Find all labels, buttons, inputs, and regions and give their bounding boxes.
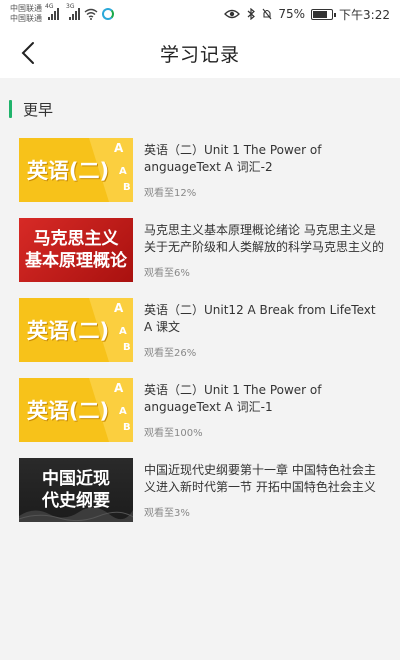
signal-icon-1: 4G (45, 3, 59, 20)
section-header: 更早 (0, 94, 400, 124)
svg-text:B: B (123, 182, 131, 193)
course-thumbnail: A A B 英语(二) (19, 378, 133, 442)
status-right: 75% 下午3:22 (224, 6, 390, 23)
carrier-names: 中国联通 中国联通 (10, 4, 42, 24)
thumbnail-line-2: 代史纲要 (42, 491, 110, 511)
signal-icon-2: 3G (66, 3, 80, 20)
chevron-left-icon (21, 42, 34, 64)
app-notification-icon (102, 8, 114, 20)
item-title: 英语（二）Unit12 A Break from LifeText A 课文 (144, 303, 376, 334)
course-thumbnail: A A B 英语(二) (19, 138, 133, 202)
item-progress: 观看至100% (144, 428, 203, 439)
battery-icon (311, 8, 337, 20)
network-type-2: 3G (66, 3, 75, 10)
item-progress: 观看至6% (144, 268, 190, 279)
item-title: 英语（二）Unit 1 The Power of anguageText A 词… (144, 143, 322, 174)
list-item[interactable]: A A B 英语(二) 英语（二）Unit12 A Break from Lif… (0, 298, 400, 378)
course-thumbnail: 中国近现 代史纲要 (19, 458, 133, 522)
section-title: 更早 (23, 100, 54, 119)
list-item[interactable]: A A B 英语(二) 英语（二）Unit 1 The Power of ang… (0, 378, 400, 458)
item-info: 英语（二）Unit 1 The Power of anguageText A 词… (144, 382, 384, 416)
carrier-1: 中国联通 (10, 4, 42, 13)
network-type-1: 4G (45, 3, 54, 10)
svg-text:A: A (114, 301, 124, 315)
eye-icon (224, 9, 241, 19)
svg-text:A: A (114, 141, 124, 155)
course-thumbnail: A A B 英语(二) (19, 298, 133, 362)
item-info: 马克思主义基本原理概论绪论 马克思主义是关于无产阶级和人类解放的科学马克思主义的… (144, 222, 384, 256)
status-bar: 中国联通 中国联通 4G 3G 75% 下午3:22 (0, 0, 400, 28)
history-list: A A B 英语(二) 英语（二）Unit 1 The Power of ang… (0, 138, 400, 538)
item-title: 英语（二）Unit 1 The Power of anguageText A 词… (144, 383, 322, 414)
item-info: 英语（二）Unit 1 The Power of anguageText A 词… (144, 142, 384, 176)
back-button[interactable] (14, 38, 42, 68)
course-thumbnail: 马克思主义 基本原理概论 (19, 218, 133, 282)
thumbnail-label: 中国近现 代史纲要 (42, 468, 110, 512)
svg-text:A: A (114, 381, 124, 395)
svg-text:A: A (119, 166, 127, 177)
thumbnail-line-1: 中国近现 (42, 469, 110, 489)
item-progress: 观看至12% (144, 188, 197, 199)
svg-text:A: A (119, 326, 127, 337)
battery-fill (313, 10, 327, 18)
thumbnail-label: 英语(二) (26, 319, 110, 343)
svg-text:B: B (123, 422, 131, 433)
thumbnail-label: 英语(二) (26, 399, 110, 423)
svg-text:B: B (123, 342, 131, 353)
bluetooth-icon (247, 8, 256, 20)
thumbnail-label: 马克思主义 基本原理概论 (25, 228, 127, 272)
item-progress: 观看至26% (144, 348, 197, 359)
svg-text:A: A (119, 406, 127, 417)
page-title: 学习记录 (159, 43, 240, 66)
item-title: 马克思主义基本原理概论绪论 马克思主义是关于无产阶级和人类解放的科学马克思主义的… (144, 223, 384, 254)
mute-bell-icon (262, 8, 272, 20)
battery-percent: 75% (278, 7, 306, 21)
thumbnail-line-2: 基本原理概论 (25, 251, 127, 271)
wifi-icon (84, 8, 98, 20)
app-header: 学习记录 (0, 28, 400, 78)
item-info: 英语（二）Unit12 A Break from LifeText A 课文 (144, 302, 384, 336)
list-item[interactable]: 马克思主义 基本原理概论 马克思主义基本原理概论绪论 马克思主义是关于无产阶级和… (0, 218, 400, 298)
clock: 下午3:22 (339, 7, 390, 22)
carrier-2: 中国联通 (10, 14, 42, 23)
item-title: 中国近现代史纲要第十一章 中国特色社会主义进入新时代第一节 开拓中国特色社会主义… (144, 463, 376, 494)
signal-icons: 4G 3G (45, 3, 114, 20)
section-accent-bar (9, 100, 12, 118)
thumbnail-label: 英语(二) (26, 159, 110, 183)
list-item[interactable]: 中国近现 代史纲要 中国近现代史纲要第十一章 中国特色社会主义进入新时代第一节 … (0, 458, 400, 538)
item-progress: 观看至3% (144, 508, 190, 519)
item-info: 中国近现代史纲要第十一章 中国特色社会主义进入新时代第一节 开拓中国特色社会主义… (144, 462, 384, 496)
thumbnail-line-1: 马克思主义 (33, 229, 119, 249)
list-item[interactable]: A A B 英语(二) 英语（二）Unit 1 The Power of ang… (0, 138, 400, 218)
